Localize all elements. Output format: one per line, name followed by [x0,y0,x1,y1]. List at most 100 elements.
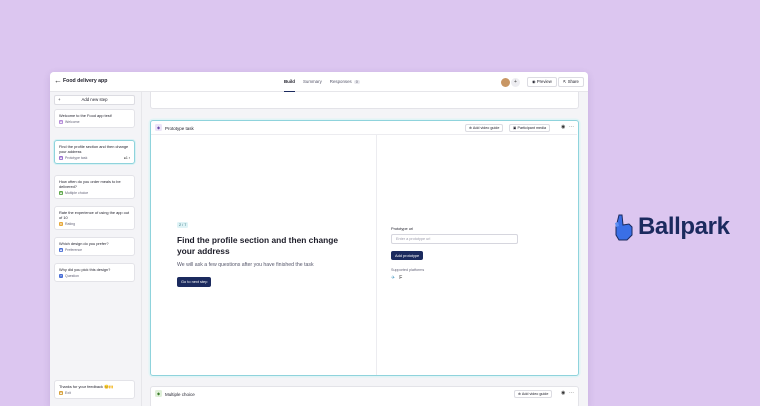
share-icon: ⇱ [563,79,567,84]
participant-media-button[interactable]: ▣ Participant media [509,123,551,132]
previous-step-card[interactable] [150,92,579,109]
step-type: ★ Rating [59,221,130,226]
rating-icon: ★ [59,221,63,226]
step-title: Rate the experience of using the app out… [59,210,130,220]
exit-icon: ◆ [59,390,63,395]
tab-summary[interactable]: Summary [303,72,322,92]
step-card-question[interactable]: Why did you pick this design? ? Question [54,263,135,282]
next-step-button[interactable]: Go to next step [177,277,212,287]
prototype-task-card[interactable]: ◆ Prototype task ⊕ Add video guide ▣ Par… [150,120,579,376]
eye-icon[interactable]: ◉ [561,390,565,396]
share-button[interactable]: ⇱ Share [558,77,584,87]
prototype-icon: ◆ [155,124,162,131]
preview-button[interactable]: ◉ Preview [527,77,557,87]
welcome-icon: ◆ [59,119,63,124]
platform-icons: ✈ F [391,275,402,281]
step-card-exit[interactable]: Thanks for your feedback 😊🙌 ◆ Exit [54,380,135,399]
add-video-guide-button[interactable]: ⊕ Add video guide [514,389,553,398]
plus-icon: + [58,97,61,102]
step-card-preference[interactable]: Which design do you prefer? ◆ Preference [54,237,135,256]
eye-icon: ◉ [532,79,536,84]
question-icon: ? [59,273,63,278]
step-title: How often do you order meals to be deliv… [59,179,121,189]
task-card-header: ◆ Prototype task ⊕ Add video guide ▣ Par… [151,121,577,135]
multiple-choice-card[interactable]: ◆ Multiple choice ⊕ Add video guide ◉ ⋯ [150,386,579,406]
add-prototype-button[interactable]: Add prototype [391,251,424,260]
step-type: ◆ Welcome [59,119,130,124]
step-card-rating[interactable]: Rate the experience of using the app out… [54,206,135,230]
task-card-title: Prototype task [165,125,194,131]
task-preview-pane: 2 / 7 Find the profile section and then … [151,135,377,375]
task-subtext[interactable]: We will ask a few questions after you ha… [177,262,367,268]
step-type-label: Exit [65,390,71,395]
tab-responses-label: Responses [329,79,352,84]
prototype-settings-pane: Prototype url Enter a prototype url Add … [377,135,577,375]
step-meta: ●1 ▪ [124,156,130,160]
add-step-label: Add new step [81,97,108,102]
multiple-choice-icon: ◆ [59,190,63,195]
step-card-prototype-task[interactable]: Find the profile section and then change… [54,140,135,164]
arrow-left-icon[interactable]: ← [54,76,62,85]
top-bar: ← Food delivery app Build Summary Respon… [50,72,588,92]
multiple-choice-title: Multiple choice [165,391,195,397]
step-card-multiple-choice[interactable]: How often do you order meals to be deliv… [54,175,135,199]
camera-icon: ▣ [513,125,517,130]
more-icon[interactable]: ⋯ [569,124,574,130]
avatar[interactable] [501,78,510,87]
step-type: ? Question [59,273,130,278]
prototype-url-input[interactable]: Enter a prototype url [391,234,518,244]
add-video-label: Add video guide [521,391,549,396]
tab-bar: Build Summary Responses 0 [284,72,360,92]
preference-icon: ◆ [59,247,63,252]
step-title: Welcome to the Food app test! [59,113,112,118]
step-title: Find the profile section and then change… [59,144,129,154]
multiple-choice-icon: ◆ [155,390,162,397]
responses-count-badge: 0 [353,80,360,84]
plus-icon: ⊕ [469,125,473,130]
preview-label: Preview [536,79,552,84]
editor-main: ◆ Prototype task ⊕ Add video guide ▣ Par… [142,92,588,406]
participant-media-label: Participant media [517,125,547,130]
eye-icon[interactable]: ◉ [561,124,565,130]
marvel-icon: ✈ [391,275,396,281]
app-title: Food delivery app [63,78,108,84]
step-counter-badge: 2 / 7 [177,222,189,228]
add-video-label: Add video guide [472,125,500,130]
comment-count: 1 [125,155,128,160]
step-type: ◆ Multiple choice [59,190,130,195]
step-type-label: Rating [65,221,76,226]
steps-sidebar: + Add new step Welcome to the Food app t… [50,92,142,406]
step-type-label: Multiple choice [65,190,89,195]
step-type-label: Preference [65,247,83,252]
step-type-label: Question [65,273,80,278]
step-type: ◆ Prototype task [59,155,130,160]
app-window: ← Food delivery app Build Summary Respon… [50,72,588,406]
step-card-welcome[interactable]: Welcome to the Food app test! ◆ Welcome [54,109,135,128]
foam-finger-icon [615,214,633,241]
video-icon: ▪ [128,155,130,160]
step-title: Thanks for your feedback 😊🙌 [59,384,114,389]
step-type: ◆ Exit [59,390,130,395]
add-step-button[interactable]: + Add new step [54,95,135,105]
supported-platforms-label: Supported platforms [391,268,425,272]
more-icon[interactable]: ⋯ [569,390,574,396]
share-label: Share [567,79,579,84]
add-collaborator-button[interactable]: + [511,78,520,87]
plus-icon: ⊕ [518,391,522,396]
step-title: Why did you pick this design? [59,267,111,272]
prototype-icon: ◆ [59,155,63,160]
ballpark-logo: Ballpark [613,213,730,241]
step-type-label: Prototype task [65,155,88,160]
tab-responses[interactable]: Responses 0 [330,72,360,92]
task-question[interactable]: Find the profile section and then change… [177,235,357,256]
brand-name: Ballpark [638,213,730,240]
figma-icon: F [399,275,403,281]
tab-build-label: Build [284,79,295,84]
step-type: ◆ Preference [59,247,130,252]
step-type-label: Welcome [65,119,80,124]
tab-build[interactable]: Build [284,72,295,92]
add-video-guide-button[interactable]: ⊕ Add video guide [465,123,504,132]
prototype-url-label: Prototype url [391,226,414,231]
step-title: Which design do you prefer? [59,241,109,246]
tab-summary-label: Summary [302,79,322,84]
